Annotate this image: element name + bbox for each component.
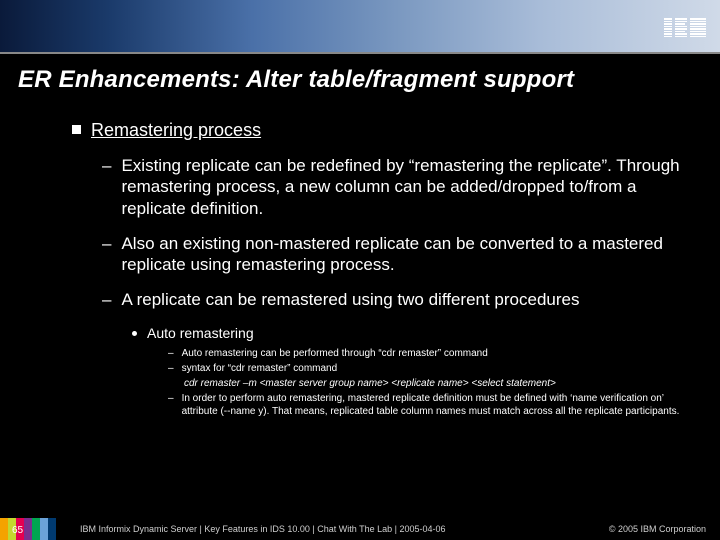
sub-item-text: syntax for “cdr remaster” command	[182, 362, 338, 375]
heading-row: Remastering process	[72, 120, 680, 141]
sub-item: – In order to perform auto remastering, …	[168, 392, 680, 418]
dash-icon: –	[168, 362, 174, 375]
sub-item-text: Auto remastering can be performed throug…	[182, 347, 488, 360]
dash-icon: –	[168, 347, 174, 360]
color-bar	[40, 518, 48, 540]
command-syntax: cdr remaster –m <master server group nam…	[184, 377, 680, 390]
color-bar	[48, 518, 56, 540]
bullet-item: – A replicate can be remastered using tw…	[102, 289, 680, 310]
slide: ER Enhancements: Alter table/fragment su…	[0, 0, 720, 540]
footer-text: IBM Informix Dynamic Server | Key Featur…	[56, 518, 609, 540]
header-banner	[0, 0, 720, 54]
bullet-text: Existing replicate can be redefined by “…	[121, 155, 680, 219]
dash-icon: –	[102, 155, 111, 176]
color-bar	[32, 518, 40, 540]
heading-text: Remastering process	[91, 120, 261, 141]
bullet-item: – Also an existing non-mastered replicat…	[102, 233, 680, 276]
dash-icon: –	[102, 289, 111, 310]
dash-icon: –	[168, 392, 174, 405]
copyright: © 2005 IBM Corporation	[609, 518, 720, 540]
sub-heading-text: Auto remastering	[147, 325, 254, 341]
ibm-logo	[664, 18, 706, 37]
square-bullet-icon	[72, 125, 81, 134]
sub-item-text: In order to perform auto remastering, ma…	[182, 392, 680, 418]
dot-bullet-icon	[132, 331, 137, 336]
bullet-text: Also an existing non-mastered replicate …	[121, 233, 680, 276]
slide-title: ER Enhancements: Alter table/fragment su…	[18, 66, 574, 94]
bullet-text: A replicate can be remastered using two …	[121, 289, 579, 310]
color-bar	[0, 518, 8, 540]
dash-icon: –	[102, 233, 111, 254]
footer: IBM Informix Dynamic Server | Key Featur…	[0, 518, 720, 540]
bullet-item: – Existing replicate can be redefined by…	[102, 155, 680, 219]
slide-number: 65	[12, 525, 23, 536]
sub-item: – Auto remastering can be performed thro…	[168, 347, 680, 360]
content-area: Remastering process – Existing replicate…	[72, 120, 680, 420]
sub-heading-row: Auto remastering	[132, 325, 680, 341]
color-bars	[0, 518, 56, 540]
sub-item: – syntax for “cdr remaster” command	[168, 362, 680, 375]
color-bar	[24, 518, 32, 540]
